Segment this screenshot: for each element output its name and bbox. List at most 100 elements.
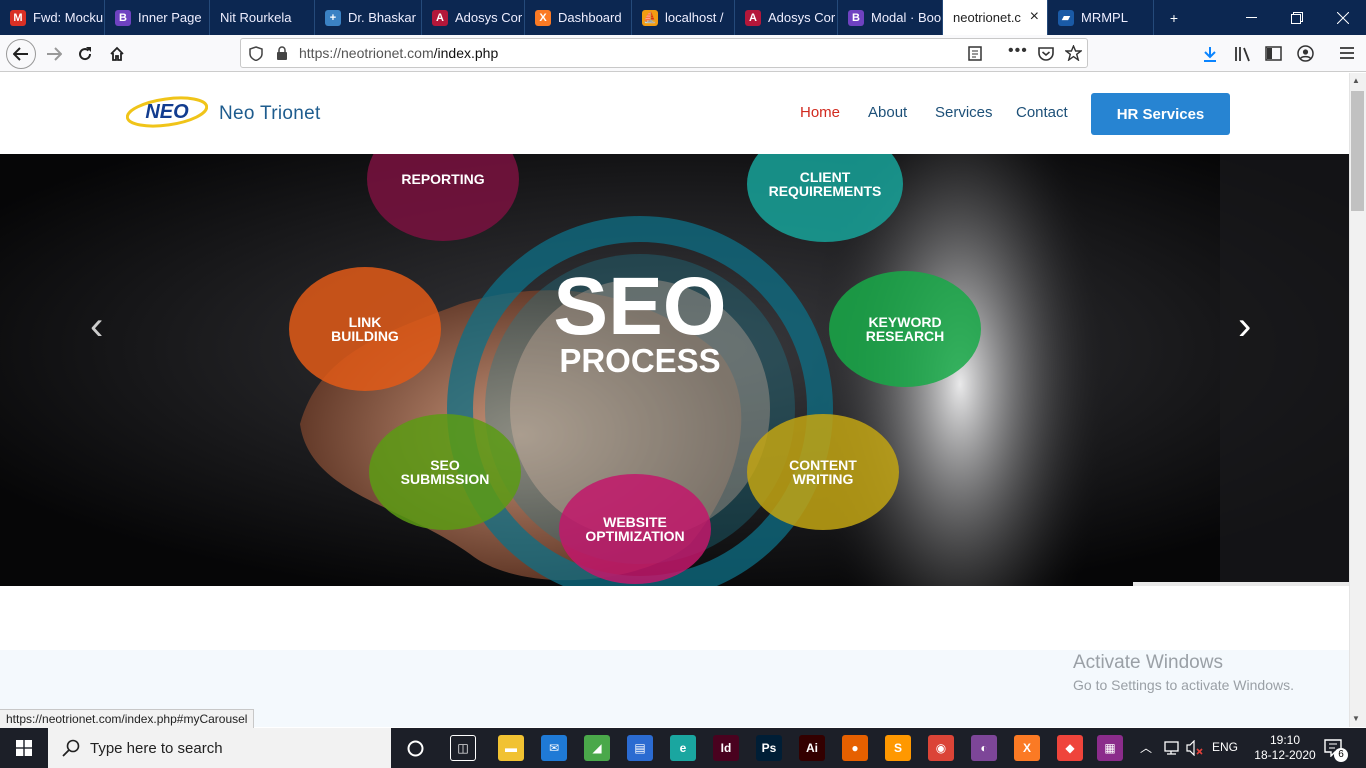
- taskbar-search-box[interactable]: Type here to search: [48, 728, 391, 768]
- tab-title: Fwd: Mocku: [33, 10, 104, 25]
- chrome-icon[interactable]: ◉: [928, 735, 954, 761]
- browser-tab[interactable]: Nit Rourkela: [210, 0, 315, 35]
- adosys-icon: A: [745, 9, 761, 26]
- taskbar-clock[interactable]: 19:10 18-12-2020: [1250, 733, 1320, 763]
- seo-bubble-label: REQUIREMENTS: [769, 183, 882, 199]
- browser-tab[interactable]: ⛵ localhost /: [632, 0, 735, 35]
- reload-icon: [79, 47, 92, 61]
- indesign-icon[interactable]: Id: [713, 735, 739, 761]
- download-icon[interactable]: [1202, 46, 1218, 62]
- forward-button[interactable]: [40, 40, 68, 68]
- web-page: NEO Neo Trionet Home About Services Cont…: [0, 73, 1349, 727]
- tab-title: Nit Rourkela: [220, 10, 292, 25]
- seo-bubble-label: WRITING: [793, 471, 854, 487]
- language-indicator[interactable]: ENG: [1212, 740, 1238, 754]
- browser-tab[interactable]: B Modal · Boo: [838, 0, 943, 35]
- file-explorer-icon[interactable]: ▬: [498, 735, 524, 761]
- photoshop-icon[interactable]: Ps: [756, 735, 782, 761]
- illustrator-icon[interactable]: Ai: [799, 735, 825, 761]
- anydesk-icon[interactable]: ◆: [1057, 735, 1083, 761]
- scroll-up-icon[interactable]: ▲: [1352, 76, 1360, 85]
- sidebar-icon[interactable]: [1265, 46, 1282, 61]
- back-arrow-icon: [13, 47, 28, 61]
- clock-time: 19:10: [1269, 733, 1301, 747]
- browser-tab[interactable]: X Dashboard: [525, 0, 632, 35]
- nav-contact[interactable]: Contact: [1016, 104, 1068, 121]
- browser-tab[interactable]: neotrionet.c ×: [943, 0, 1048, 35]
- windows-taskbar: Type here to search ︿ ENG 19:10 18-12-20…: [0, 728, 1366, 768]
- back-button[interactable]: [6, 39, 36, 69]
- browser-tab[interactable]: A Adosys Cor: [422, 0, 525, 35]
- brand-name[interactable]: Neo Trionet: [219, 103, 321, 125]
- hero-image: REPORTING CLIENTREQUIREMENTSLINKBUILDINGK…: [0, 154, 1349, 586]
- status-bar-url: https://neotrionet.com/index.php#myCarou…: [0, 709, 255, 729]
- page-actions-icon[interactable]: •••: [1008, 42, 1028, 60]
- bookmark-star-icon[interactable]: [1065, 45, 1082, 61]
- tor-icon[interactable]: ◐: [971, 735, 997, 761]
- winrar-icon[interactable]: ▦: [1097, 735, 1123, 761]
- sublime-icon[interactable]: S: [885, 735, 911, 761]
- windows-start-icon[interactable]: [16, 740, 32, 756]
- logo-text: NEO: [145, 101, 189, 123]
- store-icon[interactable]: ▤: [627, 735, 653, 761]
- browser-nav-bar: https://neotrionet.com/index.php •••: [0, 35, 1366, 72]
- volume-muted-icon[interactable]: [1186, 740, 1204, 756]
- adosys-icon: A: [432, 9, 448, 26]
- firefox-icon[interactable]: ●: [842, 735, 868, 761]
- minimize-button[interactable]: [1228, 0, 1274, 35]
- mail-icon[interactable]: ✉: [541, 735, 567, 761]
- bootstrap-icon: B: [848, 9, 864, 26]
- reload-button[interactable]: [71, 40, 99, 68]
- mrmpl-icon: ▰: [1058, 9, 1074, 26]
- restore-button[interactable]: [1274, 0, 1320, 35]
- seo-bubble-label: REPORTING: [401, 171, 484, 187]
- xampp-icon[interactable]: X: [1014, 735, 1040, 761]
- browser-tab[interactable]: A Adosys Cor: [735, 0, 838, 35]
- tray-chevron-icon[interactable]: ︿: [1140, 739, 1152, 756]
- menu-icon[interactable]: [1339, 46, 1355, 60]
- network-icon[interactable]: [1163, 740, 1181, 756]
- url-text: https://neotrionet.com/index.php: [299, 45, 498, 61]
- browser-tab[interactable]: ▰ MRMPL: [1048, 0, 1154, 35]
- edge-icon[interactable]: e: [670, 735, 696, 761]
- carousel-next-button[interactable]: ›: [1238, 304, 1251, 349]
- close-window-button[interactable]: [1320, 0, 1366, 35]
- new-tab-button[interactable]: +: [1151, 0, 1197, 35]
- scrollbar-thumb[interactable]: [1351, 91, 1364, 211]
- close-tab-icon[interactable]: ×: [1030, 8, 1039, 26]
- home-button[interactable]: [103, 40, 131, 68]
- tab-title: localhost /: [665, 10, 724, 25]
- cortana-icon[interactable]: [407, 740, 424, 757]
- medical-icon: +: [325, 9, 341, 26]
- url-host: https://neotrionet.com: [299, 45, 434, 61]
- tab-title: Dashboard: [558, 10, 622, 25]
- photo-app-icon[interactable]: ◢: [584, 735, 610, 761]
- hr-services-button[interactable]: HR Services: [1091, 93, 1230, 135]
- carousel-prev-button[interactable]: ‹: [90, 304, 103, 349]
- browser-tab[interactable]: B Inner Page: [105, 0, 210, 35]
- scroll-down-icon[interactable]: ▼: [1352, 714, 1360, 723]
- account-icon[interactable]: [1297, 45, 1314, 62]
- hero-title: SEO: [553, 261, 726, 352]
- address-bar[interactable]: https://neotrionet.com/index.php •••: [240, 38, 1088, 68]
- pocket-icon[interactable]: [1038, 46, 1054, 61]
- search-placeholder: Type here to search: [90, 739, 223, 757]
- browser-tab[interactable]: M Fwd: Mocku: [0, 0, 105, 35]
- nav-about[interactable]: About: [868, 104, 907, 121]
- browser-tab[interactable]: + Dr. Bhaskar: [315, 0, 422, 35]
- url-path: /index.php: [433, 45, 499, 61]
- nav-home[interactable]: Home: [800, 104, 840, 121]
- neo-logo[interactable]: NEO: [126, 95, 208, 131]
- nav-services[interactable]: Services: [935, 104, 993, 121]
- library-icon[interactable]: [1234, 46, 1252, 62]
- carousel-indicator-bar: [1133, 582, 1349, 586]
- tab-title: neotrionet.c: [953, 10, 1021, 25]
- bootstrap-icon: B: [115, 9, 131, 26]
- reader-view-icon[interactable]: [968, 46, 982, 61]
- clock-date: 18-12-2020: [1254, 748, 1316, 762]
- xampp-icon: X: [535, 9, 551, 26]
- shield-icon: [249, 46, 263, 61]
- activation-watermark-subtitle: Go to Settings to activate Windows.: [1073, 677, 1294, 693]
- minimize-icon: [1245, 16, 1257, 18]
- task-view-icon[interactable]: ◫: [450, 735, 476, 761]
